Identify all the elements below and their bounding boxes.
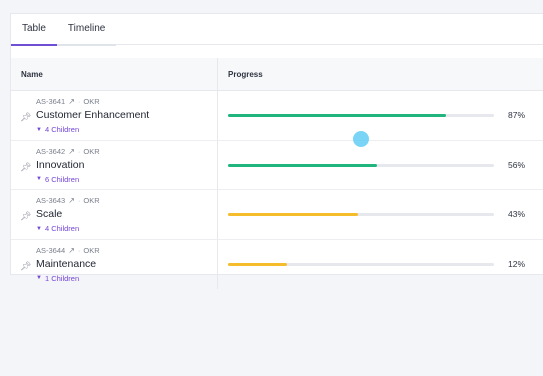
progress-bar-fill (228, 163, 377, 167)
name-cell: 📌︎ AS-3641 ↗ · OKR Customer Enhancement … (11, 91, 218, 140)
item-title[interactable]: Innovation (36, 159, 84, 171)
table-row[interactable]: 📌︎ AS-3644 ↗ · OKR Maintenance ▼ 1 Child… (11, 239, 543, 290)
progress-cell: 56% (218, 141, 543, 190)
table-row[interactable]: 📌︎ AS-3643 ↗ · OKR Scale ▼ 4 Children 43… (11, 190, 543, 240)
progress-cell: 12% (218, 240, 543, 290)
progress-bar-fill (228, 213, 359, 216)
item-meta: AS-3642 ↗ · OKR (36, 147, 100, 156)
progress-cell: 87% (218, 91, 543, 140)
progress-percent: 56% (508, 159, 526, 170)
item-type: OKR (83, 196, 100, 205)
item-id: AS-3644 (36, 245, 66, 255)
external-link-icon[interactable]: ↗ (68, 147, 75, 156)
item-title[interactable]: Customer Enhancement (36, 109, 149, 121)
table-body: 📌︎ AS-3641 ↗ · OKR Customer Enhancement … (11, 91, 543, 289)
children-toggle[interactable]: ▼ 1 Children (36, 274, 79, 283)
progress-bar (228, 262, 494, 266)
item-meta: AS-3641 ↗ · OKR (36, 97, 100, 106)
item-title[interactable]: Maintenance (36, 258, 96, 270)
external-link-icon[interactable]: ↗ (68, 97, 75, 106)
column-header-name[interactable]: Name (11, 58, 218, 90)
item-id: AS-3641 (36, 97, 66, 106)
children-toggle[interactable]: ▼ 4 Children (36, 224, 79, 233)
progress-bar (228, 114, 494, 117)
table-header: Name Progress (11, 58, 543, 91)
external-link-icon[interactable]: ↗ (68, 196, 75, 205)
progress-bar-fill (228, 262, 287, 266)
name-cell: 📌︎ AS-3642 ↗ · OKR Innovation ▼ 6 Childr… (11, 140, 218, 189)
pin-icon[interactable]: 📌︎ (20, 162, 31, 172)
item-type: OKR (83, 97, 100, 106)
name-cell: 📌︎ AS-3644 ↗ · OKR Maintenance ▼ 1 Child… (11, 239, 218, 289)
tab-table[interactable]: Table (11, 14, 57, 46)
item-meta: AS-3643 ↗ · OKR (36, 196, 100, 205)
tab-timeline[interactable]: Timeline (56, 14, 117, 46)
progress-bar (228, 213, 494, 216)
caret-down-icon: ▼ (36, 126, 42, 133)
okr-panel: Table Timeline Name Progress 📌︎ AS-3641 … (10, 13, 543, 289)
separator-dot: · (77, 146, 81, 156)
view-tabs: Table Timeline (11, 14, 543, 46)
progress-bar (228, 163, 494, 167)
name-cell: 📌︎ AS-3643 ↗ · OKR Scale ▼ 4 Children (11, 190, 218, 239)
children-count: 6 Children (44, 174, 80, 184)
progress-bar-fill (228, 114, 447, 117)
separator-dot: · (77, 245, 81, 255)
item-id: AS-3642 (36, 146, 66, 156)
children-toggle[interactable]: ▼ 6 Children (36, 175, 79, 184)
pin-icon[interactable]: 📌︎ (20, 261, 31, 271)
external-link-icon[interactable]: ↗ (68, 246, 75, 255)
caret-down-icon: ▼ (36, 225, 42, 232)
children-count: 4 Children (44, 224, 80, 233)
progress-percent: 87% (508, 110, 526, 120)
table-row[interactable]: 📌︎ AS-3641 ↗ · OKR Customer Enhancement … (11, 91, 543, 141)
mouse-cursor-indicator (353, 131, 369, 147)
separator-dot: · (77, 97, 81, 106)
item-meta: AS-3644 ↗ · OKR (36, 246, 100, 255)
table-row[interactable]: 📌︎ AS-3642 ↗ · OKR Innovation ▼ 6 Childr… (11, 140, 543, 190)
progress-percent: 12% (508, 258, 526, 269)
item-title[interactable]: Scale (36, 208, 62, 220)
item-id: AS-3643 (36, 196, 66, 205)
progress-cell: 43% (218, 190, 543, 239)
children-count: 1 Children (44, 273, 80, 283)
caret-down-icon: ▼ (36, 275, 42, 281)
progress-percent: 43% (508, 209, 526, 219)
caret-down-icon: ▼ (36, 176, 42, 182)
column-header-progress[interactable]: Progress (218, 58, 543, 90)
pin-icon[interactable]: 📌︎ (20, 112, 31, 122)
pin-icon[interactable]: 📌︎ (20, 211, 31, 221)
separator-dot: · (77, 196, 81, 205)
children-toggle[interactable]: ▼ 4 Children (36, 125, 79, 134)
item-type: OKR (83, 146, 100, 156)
children-count: 4 Children (44, 125, 80, 134)
item-type: OKR (83, 245, 100, 255)
